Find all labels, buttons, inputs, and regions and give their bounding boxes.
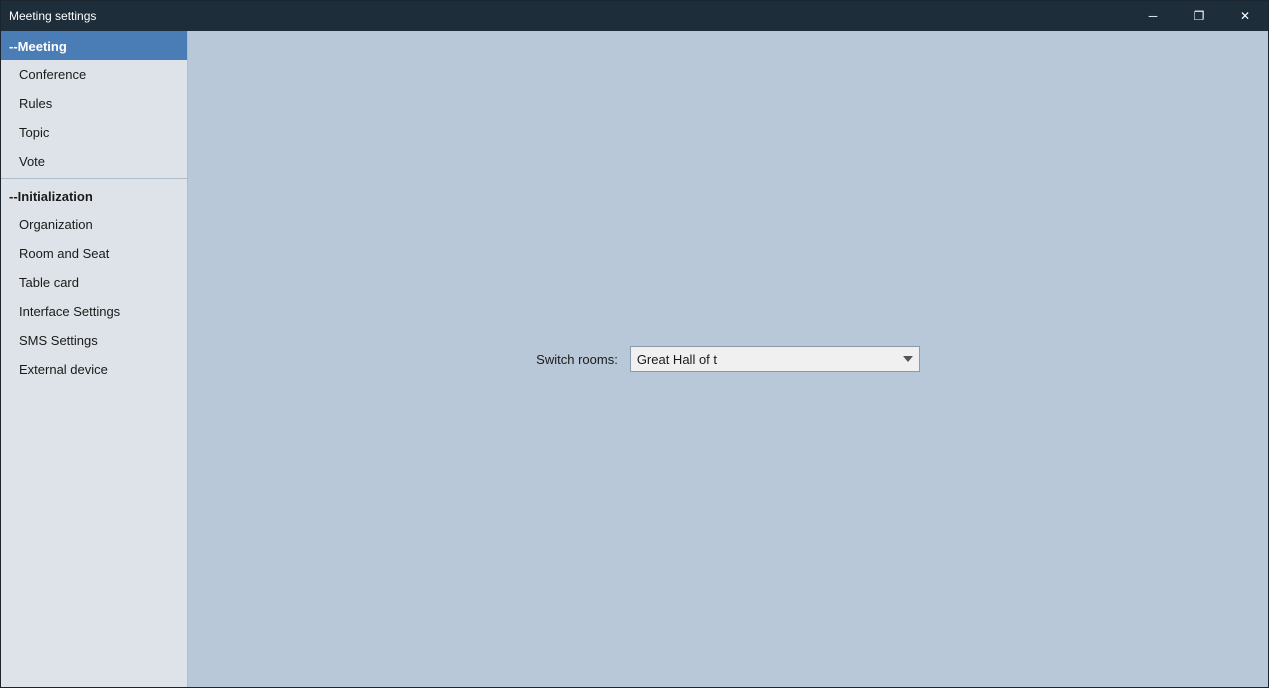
sidebar-item-table-card[interactable]: Table card xyxy=(1,268,187,297)
sidebar-divider xyxy=(1,178,187,179)
title-bar-controls: ─ ❐ ✕ xyxy=(1130,1,1268,31)
sidebar-initialization-header[interactable]: --Initialization xyxy=(1,181,187,210)
window-title: Meeting settings xyxy=(9,9,96,23)
switch-rooms-select[interactable]: Great Hall of t Conference Room A Confer… xyxy=(630,346,920,372)
sidebar-item-room-and-seat[interactable]: Room and Seat xyxy=(1,239,187,268)
main-content: Switch rooms: Great Hall of t Conference… xyxy=(188,31,1268,687)
switch-rooms-container: Switch rooms: Great Hall of t Conference… xyxy=(536,346,920,372)
sidebar-item-topic[interactable]: Topic xyxy=(1,118,187,147)
sidebar: --Meeting Conference Rules Topic Vote --… xyxy=(1,31,188,687)
sidebar-item-vote[interactable]: Vote xyxy=(1,147,187,176)
sidebar-item-organization[interactable]: Organization xyxy=(1,210,187,239)
sidebar-item-conference[interactable]: Conference xyxy=(1,60,187,89)
sidebar-item-rules[interactable]: Rules xyxy=(1,89,187,118)
restore-button[interactable]: ❐ xyxy=(1176,1,1222,31)
window: Meeting settings ─ ❐ ✕ --Meeting Confere… xyxy=(0,0,1269,688)
content-area: --Meeting Conference Rules Topic Vote --… xyxy=(1,31,1268,687)
sidebar-item-sms-settings[interactable]: SMS Settings xyxy=(1,326,187,355)
minimize-button[interactable]: ─ xyxy=(1130,1,1176,31)
switch-rooms-label: Switch rooms: xyxy=(536,352,618,367)
sidebar-item-interface-settings[interactable]: Interface Settings xyxy=(1,297,187,326)
sidebar-meeting-header[interactable]: --Meeting xyxy=(1,31,187,60)
sidebar-item-external-device[interactable]: External device xyxy=(1,355,187,384)
title-bar: Meeting settings ─ ❐ ✕ xyxy=(1,1,1268,31)
close-button[interactable]: ✕ xyxy=(1222,1,1268,31)
